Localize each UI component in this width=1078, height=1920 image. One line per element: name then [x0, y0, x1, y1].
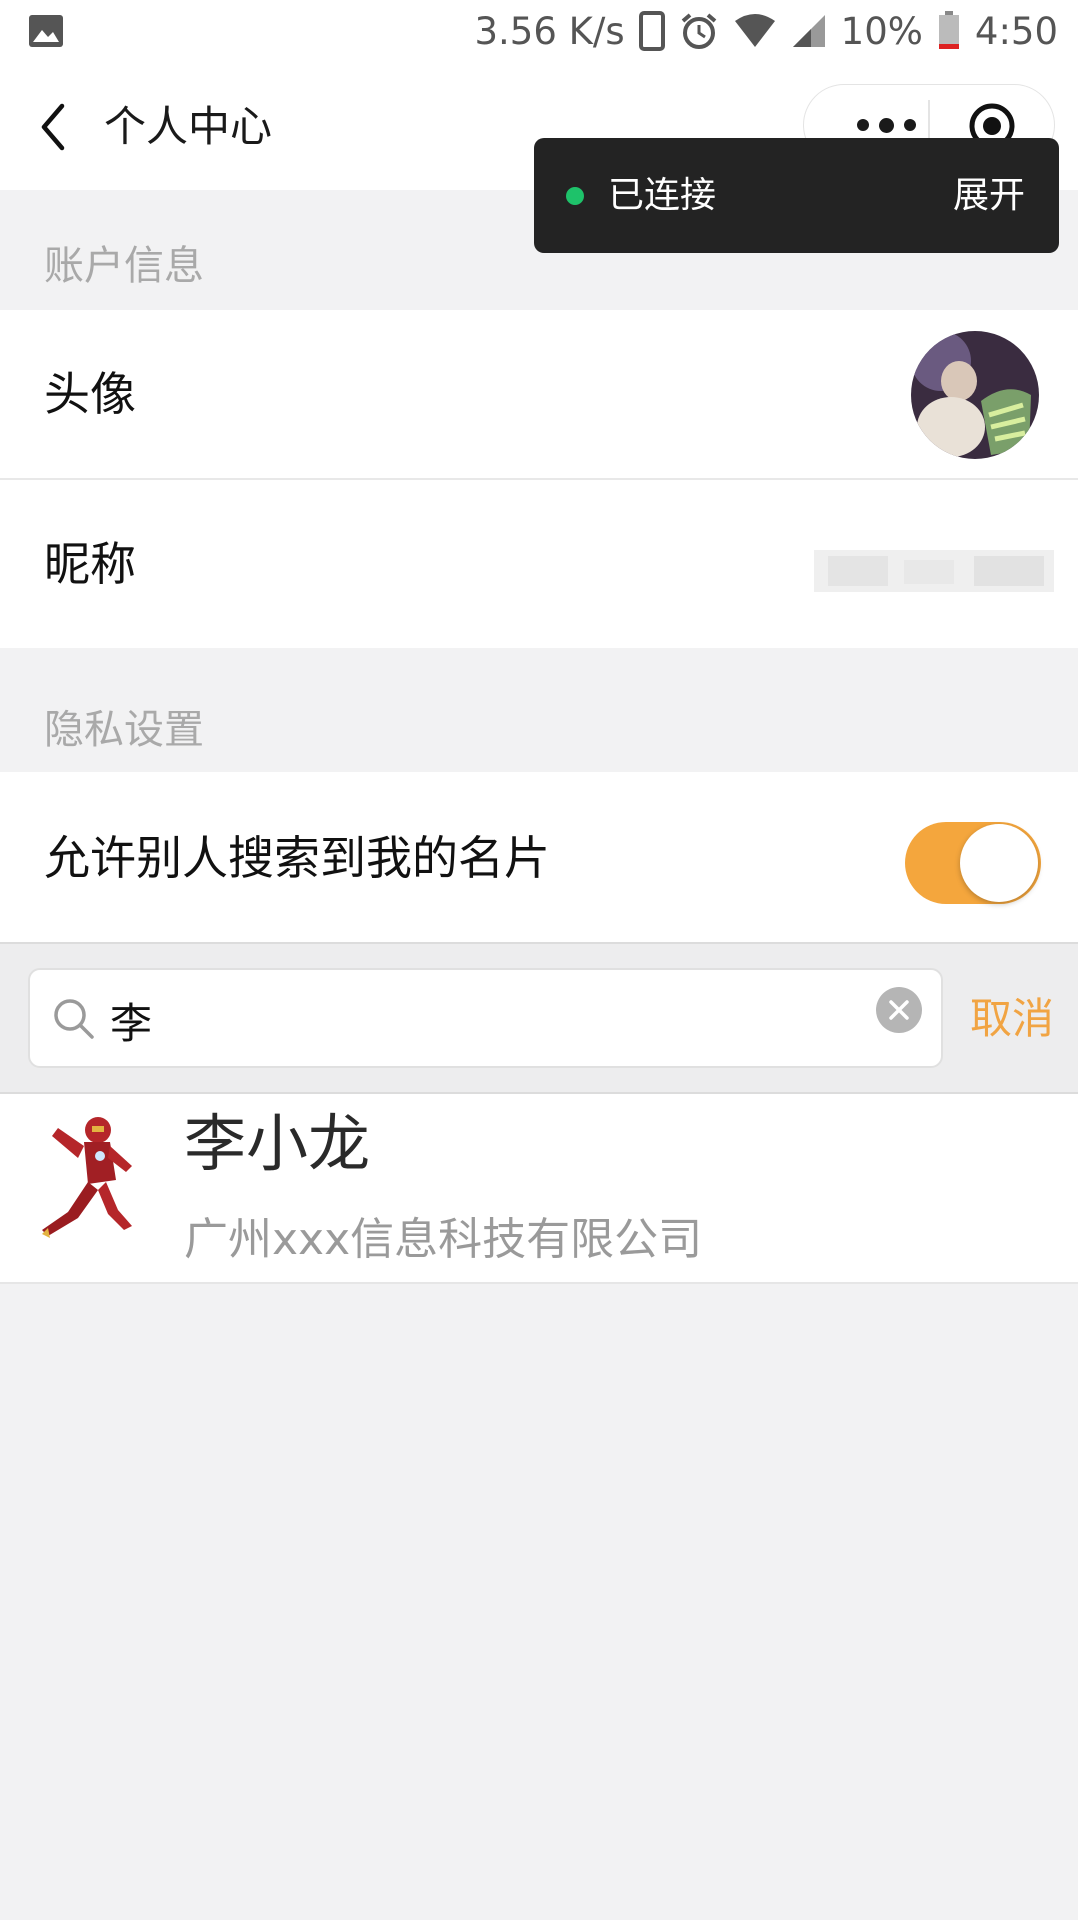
network-speed: 3.56 K/s — [474, 9, 625, 53]
allow-search-label: 允许别人搜索到我的名片 — [44, 831, 550, 885]
battery-icon — [938, 11, 959, 49]
result-company: 广州xxx信息科技有限公司 — [184, 1214, 703, 1265]
avatar-label: 头像 — [44, 367, 136, 421]
toggle-knob — [960, 824, 1038, 902]
signal-icon — [792, 15, 825, 47]
section-title-account: 账户信息 — [44, 243, 204, 289]
back-icon[interactable] — [36, 100, 70, 154]
clock: 4:50 — [974, 9, 1058, 53]
phone-icon — [638, 11, 665, 51]
connected-dot-icon — [566, 187, 584, 205]
result-name: 李小龙 — [184, 1107, 371, 1180]
nickname-label: 昵称 — [44, 537, 136, 591]
section-title-privacy: 隐私设置 — [44, 707, 204, 753]
expand-button[interactable]: 展开 — [953, 172, 1025, 220]
nickname-value-redacted — [814, 550, 1054, 592]
status-indicators: 3.56 K/s 10% 4:50 — [475, 0, 1059, 62]
search-icon — [54, 999, 94, 1039]
alarm-icon — [681, 13, 716, 49]
clear-icon[interactable] — [876, 987, 922, 1033]
page-title: 个人中心 — [104, 102, 273, 151]
result-avatar-ironman — [42, 1117, 132, 1238]
cancel-button[interactable]: 取消 — [970, 990, 1054, 1048]
image-icon — [29, 15, 63, 47]
connection-status: 已连接 — [608, 175, 717, 216]
battery-percent: 10% — [840, 9, 923, 53]
search-input[interactable] — [110, 990, 850, 1050]
more-dots-icon[interactable] — [840, 114, 932, 136]
wifi-icon — [734, 14, 775, 47]
avatar[interactable] — [911, 331, 1039, 459]
